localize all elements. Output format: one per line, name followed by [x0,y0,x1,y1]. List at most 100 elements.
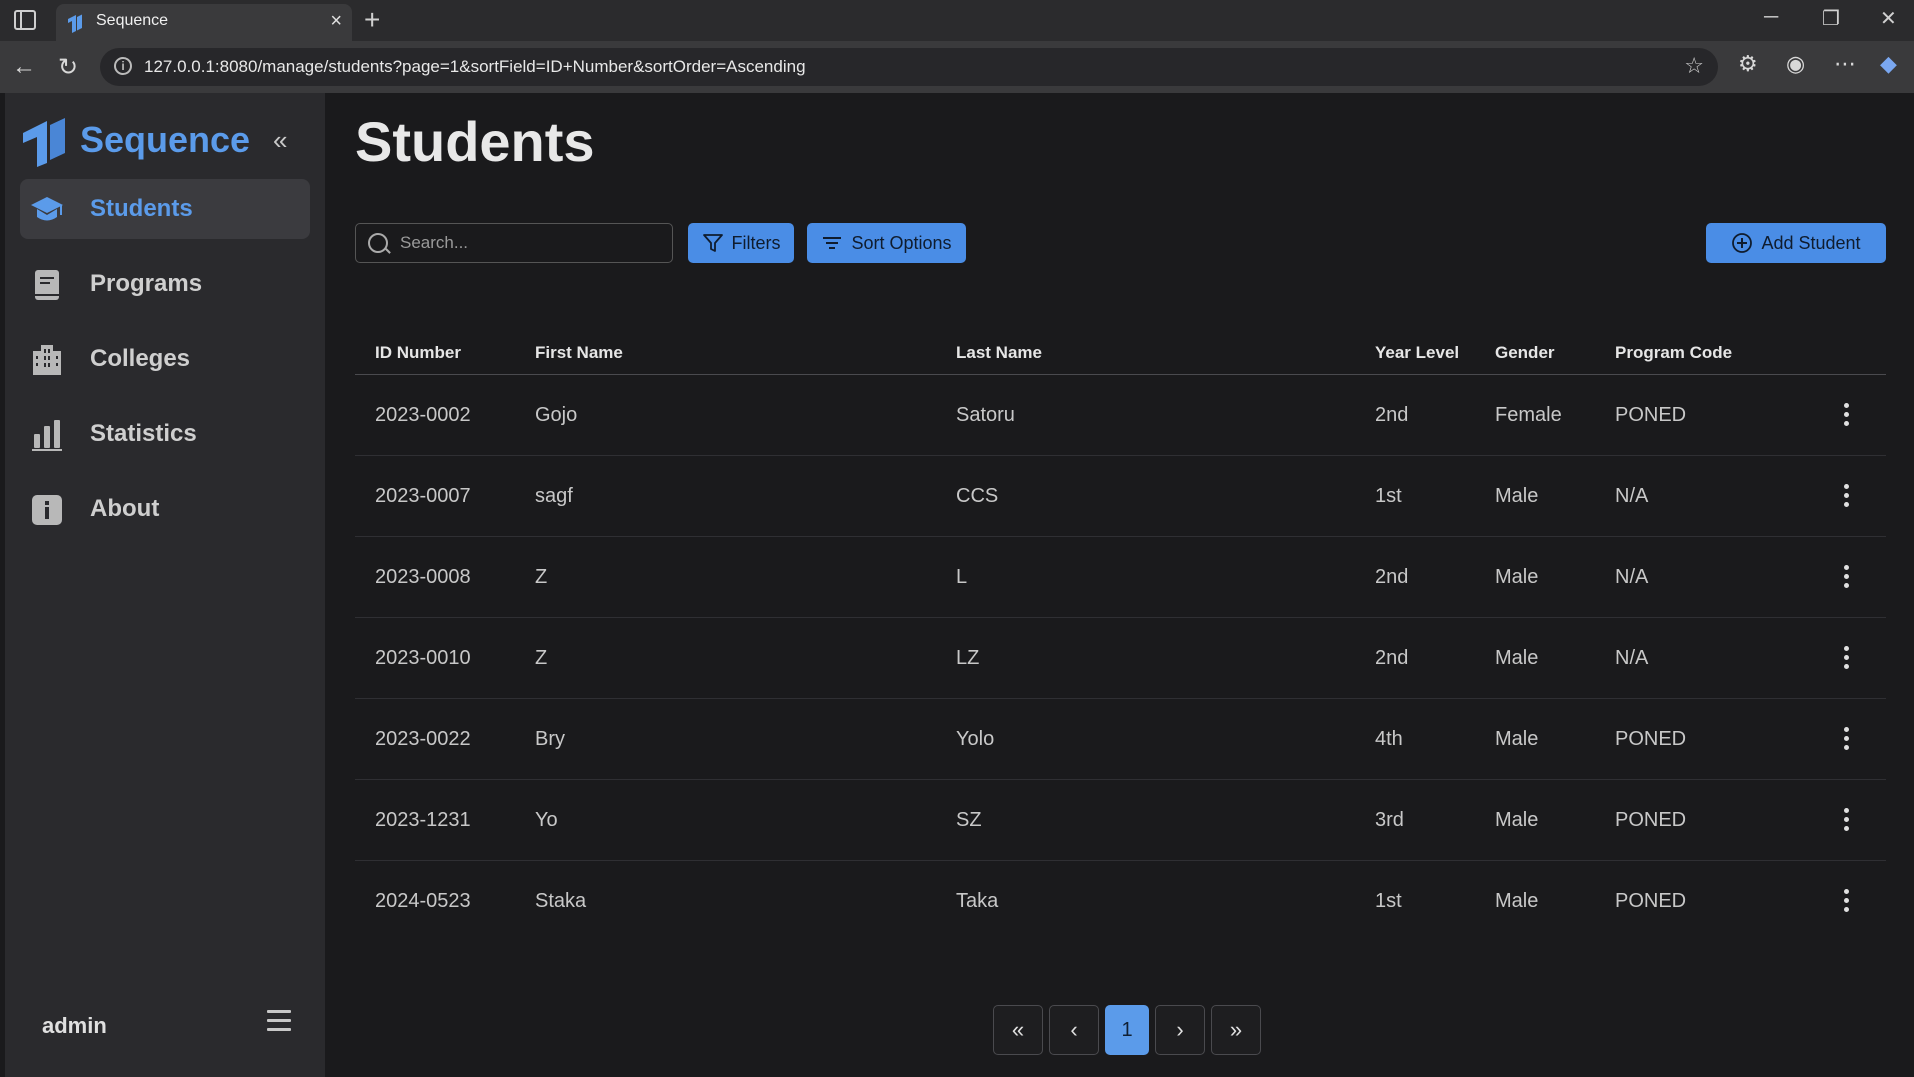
sidebar-toggle-icon[interactable] [14,10,36,30]
previous-page-button[interactable]: ‹ [1049,1005,1099,1055]
sort-options-label: Sort Options [851,232,952,253]
program-code-cell: N/A [1615,647,1649,669]
browser-toolbar: ← ↻ i 127.0.0.1:8080/manage/students?pag… [0,41,1914,93]
copilot-icon[interactable]: ◆ [1880,51,1897,77]
table-row[interactable]: 2023-0008 Z L 2nd Male N/A [355,537,1886,618]
year-level-cell: 3rd [1375,809,1404,831]
sidebar-item-about[interactable]: About [20,479,310,539]
table-header: ID Number First Name Last Name Year Leve… [355,325,1886,375]
sidebar-item-label: Students [90,195,193,222]
column-header[interactable]: ID Number [375,343,461,363]
first-name-cell: Bry [535,728,565,750]
program-code-cell: PONED [1615,728,1687,750]
sidebar-item-programs[interactable]: Programs [20,254,310,314]
row-actions-icon[interactable] [1844,565,1850,589]
extensions-icon[interactable]: ⚙ [1738,51,1758,77]
browser-tab[interactable]: Sequence × [56,4,352,41]
year-level-cell: 1st [1375,890,1402,912]
first-name-cell: sagf [535,485,573,507]
gender-cell: Male [1495,647,1539,669]
filters-button[interactable]: Filters [688,223,794,263]
current-page-button[interactable]: 1 [1105,1005,1149,1055]
sequence-logo-icon [23,118,65,167]
table-row[interactable]: 2023-0022 Bry Yolo 4th Male PONED [355,699,1886,780]
row-actions-icon[interactable] [1844,727,1850,751]
sidebar: Sequence « Students Programs Colleges St… [5,93,325,1077]
row-actions-icon[interactable] [1844,808,1850,832]
id-number-cell: 2024-0523 [375,890,471,912]
search-icon [368,233,388,253]
main-content: Students Filters Sort Options Add Studen… [325,93,1914,1077]
sort-lines-icon [823,237,842,249]
minimize-icon[interactable]: ─ [1764,6,1778,29]
collapse-sidebar-icon[interactable]: « [273,125,287,156]
add-student-button[interactable]: Add Student [1706,223,1886,263]
table-row[interactable]: 2023-1231 Yo SZ 3rd Male PONED [355,780,1886,861]
favorite-star-icon[interactable]: ☆ [1684,53,1704,79]
program-code-cell: N/A [1615,566,1649,588]
sidebar-item-colleges[interactable]: Colleges [20,329,310,389]
column-header[interactable]: Last Name [956,343,1042,363]
first-page-button[interactable]: « [993,1005,1043,1055]
sidebar-item-label: About [90,495,160,522]
user-menu-icon[interactable] [267,1010,291,1032]
search-box[interactable] [355,223,673,263]
gender-cell: Male [1495,890,1539,912]
url-text[interactable]: 127.0.0.1:8080/manage/students?page=1&so… [144,57,806,77]
sequence-favicon-icon [68,14,82,33]
id-number-cell: 2023-0010 [375,647,471,669]
last-name-cell: LZ [956,647,980,669]
gender-cell: Male [1495,485,1539,507]
reload-icon[interactable]: ↻ [58,53,78,82]
first-name-cell: Gojo [535,404,578,426]
row-actions-icon[interactable] [1844,646,1850,670]
restore-icon[interactable]: ❐ [1822,6,1840,31]
gender-cell: Male [1495,809,1539,831]
last-name-cell: Satoru [956,404,1015,426]
table-body: 2023-0002 Gojo Satoru 2nd Female PONED 2023-00… [355,375,1886,942]
row-actions-icon[interactable] [1844,484,1850,508]
new-tab-icon[interactable]: + [364,4,380,36]
current-user-name: admin [42,1013,107,1038]
info-icon [32,495,62,525]
profile-avatar-icon[interactable]: ◉ [1786,51,1805,77]
filters-label: Filters [731,232,781,253]
year-level-cell: 2nd [1375,404,1409,426]
tab-close-icon[interactable]: × [330,10,342,33]
sidebar-item-label: Colleges [90,345,191,372]
program-code-cell: PONED [1615,890,1687,912]
table-row[interactable]: 2023-0010 Z LZ 2nd Male N/A [355,618,1886,699]
column-header[interactable]: First Name [535,343,623,363]
tab-title: Sequence [96,12,169,29]
last-page-button[interactable]: » [1211,1005,1261,1055]
table-row[interactable]: 2024-0523 Staka Taka 1st Male PONED [355,861,1886,942]
table-row[interactable]: 2023-0002 Gojo Satoru 2nd Female PONED [355,375,1886,456]
more-menu-icon[interactable]: ⋯ [1834,51,1856,77]
column-header[interactable]: Gender [1495,343,1555,363]
back-icon[interactable]: ← [12,53,36,81]
row-actions-icon[interactable] [1844,889,1850,913]
first-name-cell: Z [535,566,548,588]
sort-options-button[interactable]: Sort Options [807,223,966,263]
plus-circle-icon [1732,233,1753,253]
id-number-cell: 2023-0008 [375,566,471,588]
gender-cell: Male [1495,728,1539,750]
sidebar-item-students[interactable]: Students [20,179,310,239]
next-page-button[interactable]: › [1155,1005,1205,1055]
column-header[interactable]: Program Code [1615,343,1732,363]
address-bar[interactable]: i 127.0.0.1:8080/manage/students?page=1&… [100,48,1718,86]
year-level-cell: 2nd [1375,647,1409,669]
sidebar-item-statistics[interactable]: Statistics [20,404,310,464]
row-actions-icon[interactable] [1844,403,1850,427]
graduation-cap-icon [31,197,63,221]
last-name-cell: L [956,566,968,588]
table-row[interactable]: 2023-0007 sagf CCS 1st Male N/A [355,456,1886,537]
last-name-cell: SZ [956,809,982,831]
window-close-icon[interactable]: ✕ [1880,6,1897,31]
site-info-icon[interactable]: i [114,57,132,75]
sidebar-item-label: Programs [90,270,203,297]
building-icon [33,345,61,375]
search-input[interactable] [400,232,660,254]
app: Sequence « Students Programs Colleges St… [5,93,1914,1077]
column-header[interactable]: Year Level [1375,343,1459,363]
